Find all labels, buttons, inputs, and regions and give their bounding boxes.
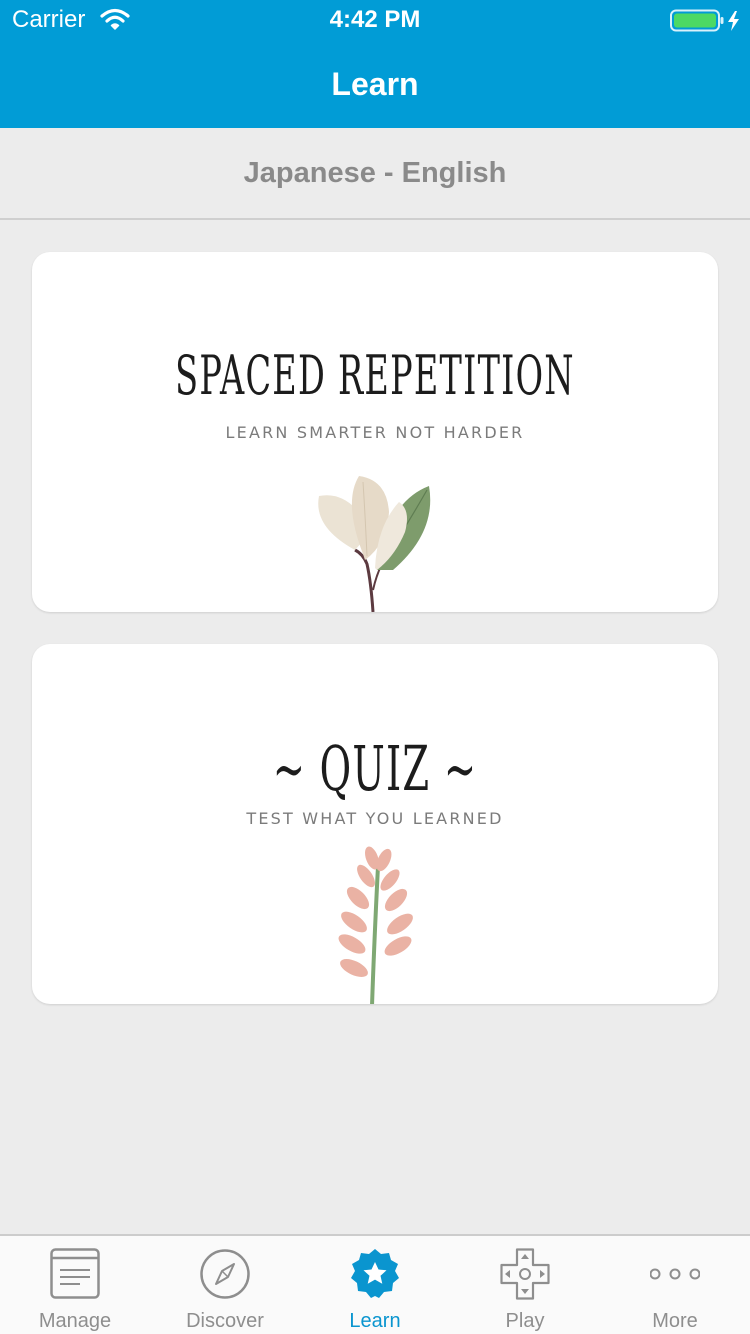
gamepad-icon bbox=[500, 1248, 550, 1300]
spaced-repetition-card[interactable]: SPACED REPETITION LEARN SMARTER NOT HARD… bbox=[32, 252, 718, 612]
tab-label: Learn bbox=[349, 1310, 401, 1332]
card-subtitle: LEARN SMARTER NOT HARDER bbox=[225, 423, 525, 442]
quiz-card[interactable]: ~ QUIZ ~ TEST WHAT YOU LEARNED bbox=[32, 644, 718, 1004]
status-bar: Carrier 4:42 PM bbox=[0, 0, 750, 40]
tab-manage[interactable]: Manage bbox=[0, 1236, 150, 1334]
language-pair-label: Japanese - English bbox=[243, 157, 507, 189]
page-title: Learn bbox=[331, 66, 419, 102]
battery-icon bbox=[670, 9, 744, 38]
tab-label: Manage bbox=[38, 1310, 112, 1332]
tab-more[interactable]: More bbox=[600, 1236, 750, 1334]
language-pair-bar[interactable]: Japanese - English bbox=[0, 128, 750, 220]
flower-illustration bbox=[332, 846, 422, 1004]
status-time: 4:42 PM bbox=[329, 6, 421, 33]
card-title: SPACED REPETITION bbox=[175, 344, 575, 407]
compass-icon bbox=[200, 1248, 250, 1300]
star-badge-icon bbox=[350, 1248, 400, 1300]
tab-play[interactable]: Play bbox=[450, 1236, 600, 1334]
card-title: ~ QUIZ ~ bbox=[272, 732, 478, 805]
card-subtitle: TEST WHAT YOU LEARNED bbox=[246, 809, 504, 828]
app-header: Carrier 4:42 PM Learn bbox=[0, 0, 750, 128]
tab-discover[interactable]: Discover bbox=[150, 1236, 300, 1334]
leaves-illustration bbox=[315, 472, 435, 612]
tab-label: More bbox=[652, 1310, 698, 1332]
tab-label: Discover bbox=[186, 1310, 264, 1332]
tab-label: Play bbox=[505, 1310, 545, 1332]
tab-bar: Manage Discover Learn Play More bbox=[0, 1234, 750, 1334]
document-icon bbox=[50, 1248, 100, 1300]
more-dots-icon bbox=[649, 1248, 701, 1300]
tab-learn[interactable]: Learn bbox=[300, 1236, 450, 1334]
